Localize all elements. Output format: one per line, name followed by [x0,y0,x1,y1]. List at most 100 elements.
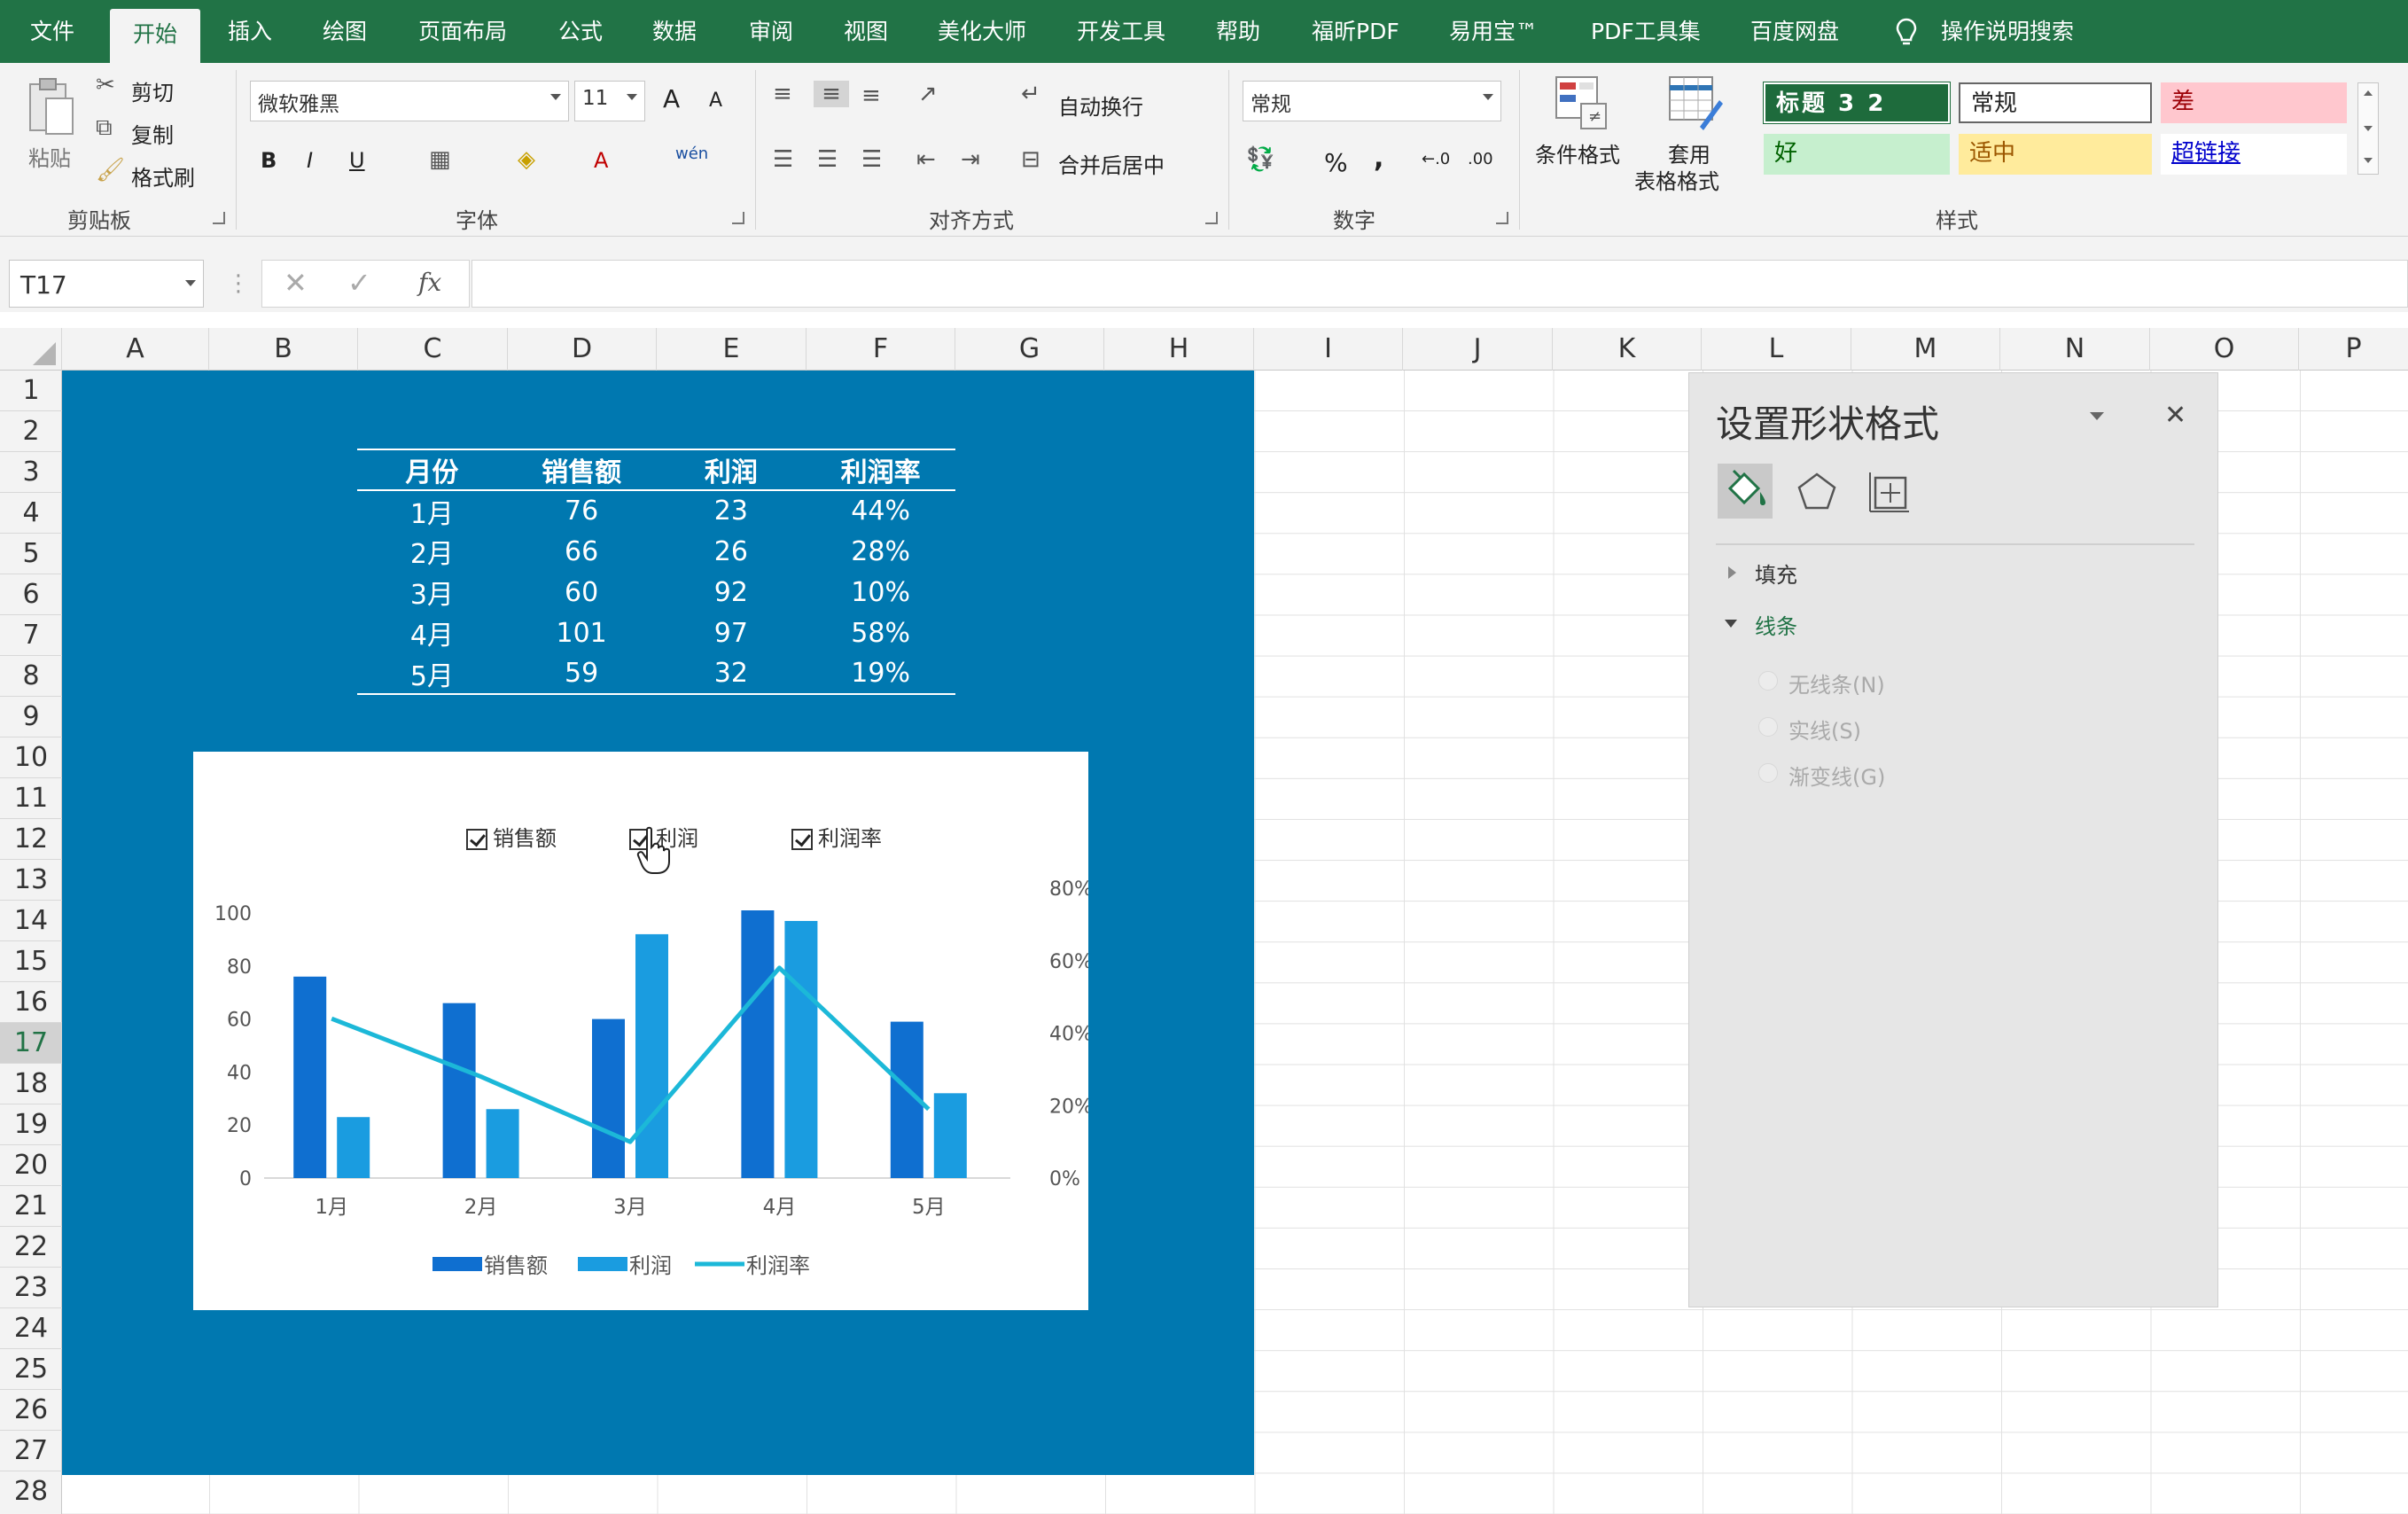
font-size-select[interactable]: 11 [574,81,645,121]
tab-help[interactable]: 帮助 [1216,0,1260,63]
solid-line-radio[interactable] [1758,717,1778,737]
wrap-text-button[interactable]: 自动换行 [1058,90,1143,121]
style-normal[interactable]: 常规 [1959,82,2152,123]
checkbox-sales-box[interactable] [466,829,487,850]
tab-home[interactable]: 开始 [110,9,201,63]
select-all-corner[interactable] [0,328,62,371]
copy-icon[interactable]: ⧉ [96,114,113,141]
table-cell[interactable]: 26 [657,531,807,572]
table-cell[interactable]: 59 [507,653,657,694]
style-hyperlink[interactable]: 超链接 [2161,134,2347,175]
conditional-format-button[interactable]: 条件格式 [1535,137,1620,168]
style-good[interactable]: 好 [1764,134,1950,175]
table-cell[interactable]: 32 [657,653,807,694]
pane-close-icon[interactable]: ✕ [2164,400,2186,431]
style-bad[interactable]: 差 [2161,82,2347,123]
name-box[interactable]: T17 [9,260,204,308]
align-bottom-icon[interactable]: ≡ [861,82,881,109]
tab-file[interactable]: 文件 [30,0,74,63]
insert-function-button[interactable]: fx [418,268,441,297]
table-cell[interactable]: 76 [507,490,657,531]
row-header-24[interactable]: 24 [0,1308,62,1349]
decrease-font-button[interactable]: A [709,90,722,112]
column-header-a[interactable]: A [62,328,209,371]
tab-view[interactable]: 视图 [844,0,888,63]
row-header-28[interactable]: 28 [0,1471,62,1512]
underline-button[interactable]: U [349,148,365,173]
phonetic-button[interactable]: wén [675,144,708,163]
increase-font-button[interactable]: A [663,84,680,113]
align-right-icon[interactable]: ☰ [861,146,882,173]
tab-formulas[interactable]: 公式 [558,0,603,63]
row-header-13[interactable]: 13 [0,860,62,901]
row-header-27[interactable]: 27 [0,1431,62,1471]
table-cell[interactable]: 28% [806,531,955,572]
row-header-8[interactable]: 8 [0,656,62,697]
tab-beautify[interactable]: 美化大师 [938,0,1026,63]
pentagon-effects-icon[interactable] [1794,469,1840,515]
align-left-icon[interactable]: ☰ [773,146,793,173]
row-header-2[interactable]: 2 [0,411,62,452]
table-cell[interactable]: 5月 [357,653,507,694]
row-header-5[interactable]: 5 [0,534,62,574]
align-middle-icon[interactable]: ≡ [814,81,849,107]
line-section-header[interactable]: 线条 [1755,609,1797,640]
column-header-g[interactable]: G [955,328,1104,371]
row-header-26[interactable]: 26 [0,1390,62,1431]
checkbox-margin-box[interactable] [791,829,813,850]
border-icon[interactable]: ▦ [429,146,451,173]
style-heading-3-2[interactable]: 标题 3 2 [1763,82,1951,124]
cut-button[interactable]: 剪切 [131,75,174,106]
row-header-16[interactable]: 16 [0,982,62,1023]
font-launcher-icon[interactable] [732,212,744,224]
row-header-3[interactable]: 3 [0,452,62,493]
fill-section-header[interactable]: 填充 [1755,558,1797,589]
merge-center-button[interactable]: 合并后居中 [1058,148,1165,179]
tab-yiyongbao[interactable]: 易用宝™ [1449,0,1538,63]
bold-button[interactable]: B [261,148,277,173]
table-cell[interactable]: 92 [657,572,807,613]
number-launcher-icon[interactable] [1496,212,1508,224]
number-format-select[interactable]: 常规 [1243,81,1501,121]
tab-review[interactable]: 审阅 [749,0,793,63]
font-color-button[interactable]: A [594,148,608,173]
tab-draw[interactable]: 绘图 [323,0,367,63]
row-header-6[interactable]: 6 [0,574,62,615]
increase-decimal-button[interactable]: ←.0 [1422,150,1450,168]
size-properties-icon[interactable] [1866,469,1913,515]
merge-center-icon[interactable]: ⊟ [1021,146,1040,173]
comma-button[interactable]: , [1374,143,1383,174]
column-header-h[interactable]: H [1104,328,1254,371]
column-header-j[interactable]: J [1403,328,1553,371]
gradient-line-radio[interactable] [1758,763,1778,783]
row-header-18[interactable]: 18 [0,1064,62,1104]
column-header-m[interactable]: M [1851,328,2000,371]
column-header-d[interactable]: D [508,328,657,371]
column-header-e[interactable]: E [657,328,807,371]
tab-data[interactable]: 数据 [652,0,697,63]
column-header-b[interactable]: B [209,328,358,371]
row-header-12[interactable]: 12 [0,819,62,860]
column-header-c[interactable]: C [358,328,508,371]
pane-options-chevron-down-icon[interactable] [2090,412,2104,420]
percent-button[interactable]: % [1324,148,1348,177]
styles-scroll[interactable] [2357,82,2379,175]
row-header-20[interactable]: 20 [0,1145,62,1186]
checkbox-margin[interactable]: 利润率 [791,821,882,852]
table-cell[interactable]: 10% [806,572,955,613]
row-header-11[interactable]: 11 [0,778,62,819]
tab-page-layout[interactable]: 页面布局 [418,0,507,63]
column-header-p[interactable]: P [2299,328,2408,371]
alignment-launcher-icon[interactable] [1205,212,1218,224]
format-as-table-icon[interactable] [1666,74,1725,132]
tab-baidu-disk[interactable]: 百度网盘 [1750,0,1839,63]
format-painter-button[interactable]: 格式刷 [131,160,195,191]
accounting-format-icon[interactable]: 💱 [1246,146,1274,173]
paste-label[interactable]: 粘贴 [28,141,71,172]
table-cell[interactable]: 58% [806,613,955,653]
row-header-7[interactable]: 7 [0,615,62,656]
chart-area[interactable]: 销售额 利润 利润率 0 20 40 60 80 100 0% 20% 40% 60% 80% 1月 2… [193,752,1088,1310]
column-header-n[interactable]: N [2000,328,2150,371]
table-cell[interactable]: 66 [507,531,657,572]
tab-developer[interactable]: 开发工具 [1077,0,1165,63]
